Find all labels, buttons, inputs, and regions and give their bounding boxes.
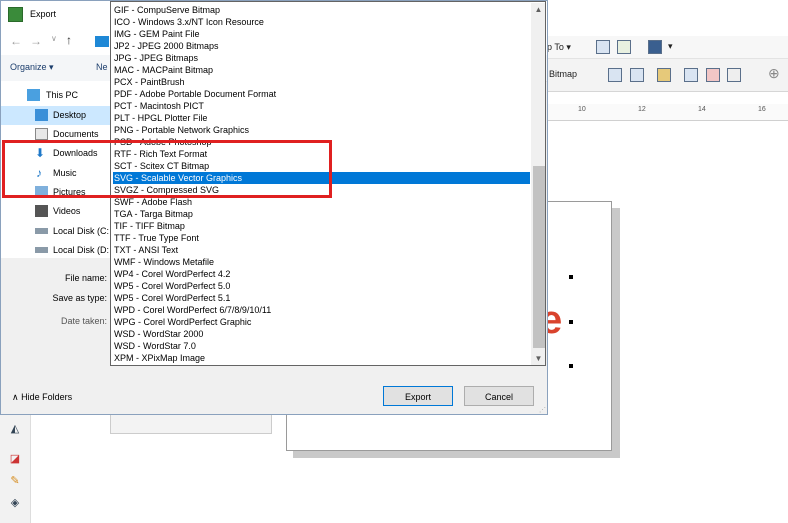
mask-icon[interactable] [706,68,720,82]
scrollbar-thumb[interactable] [533,166,545,348]
file-type-option[interactable]: WMF - Windows Metafile [113,256,530,268]
drive-icon [35,247,48,253]
bitmap-button[interactable]: Bitmap [549,69,577,79]
selection-handle[interactable] [569,275,573,279]
file-type-option[interactable]: TXT - ANSI Text [113,244,530,256]
export-to-button[interactable]: p To ▾ [547,42,571,53]
interactive-fill-icon[interactable]: ◈ [8,496,22,510]
file-type-option[interactable]: WSD - WordStar 7.0 [113,340,530,352]
file-type-option[interactable]: ICO - Windows 3.x/NT Icon Resource [113,16,530,28]
hide-folders-label: Hide Folders [21,392,73,402]
desktop-folder-icon [35,109,48,121]
ruler-number: 10 [578,106,586,113]
selection-handle[interactable] [569,364,573,368]
save-as-type-label: Save as type: [52,293,107,303]
resize-grip-icon[interactable]: ⋰ [539,406,546,414]
resample-icon[interactable] [684,68,698,82]
fill-tool-icon[interactable]: ◭ [8,422,22,436]
docker-panel [110,412,272,434]
selection-handle[interactable] [569,320,573,324]
ruler-number: 14 [698,106,706,113]
file-type-option[interactable]: XPM - XPixMap Image [113,352,530,364]
app-property-bar: Bitmap ⊕ [538,59,788,92]
file-type-option[interactable]: WP5 - Corel WordPerfect 5.0 [113,280,530,292]
scroll-down-arrow-icon[interactable]: ▼ [534,354,543,363]
scroll-up-arrow-icon[interactable]: ▲ [534,5,543,14]
file-type-option[interactable]: TIF - TIFF Bitmap [113,220,530,232]
frame-icon[interactable] [630,68,644,82]
app-toolbar-top: p To ▾ ▾ [538,36,788,59]
nav-item-label: Desktop [53,110,87,120]
drive-icon [35,228,48,234]
horizontal-ruler: 10 12 14 16 [538,104,788,121]
eyedropper-icon[interactable]: ✎ [8,474,22,488]
forward-arrow-icon[interactable]: → [30,34,42,48]
ruler-number: 16 [758,106,766,113]
file-type-option[interactable]: GIF - CompuServe Bitmap [113,4,530,16]
layer-icon[interactable] [727,68,741,82]
nav-item-label: This PC [46,90,79,100]
file-type-option[interactable]: PLT - HPGL Plotter File [113,112,530,124]
options-icon[interactable] [617,40,631,54]
file-name-label: File name: [64,273,107,283]
nav-item-label: Documents [53,129,99,139]
file-type-option[interactable]: JP2 - JPEG 2000 Bitmaps [113,40,530,52]
nav-item-label: Local Disk (C: [53,226,110,236]
hide-folders-button[interactable]: ∧ Hide Folders [12,392,72,403]
launcher-icon[interactable] [648,40,662,54]
nav-item-this-pc[interactable]: This PC [1,86,111,105]
export-dialog: Export ← → ∨ ↑ Organize ▾ Ne This PC Des… [0,0,548,415]
videos-icon [35,205,48,217]
crop-icon[interactable] [657,68,671,82]
date-taken-label: Date taken: [60,316,107,326]
nav-item-local-disk-c[interactable]: Local Disk (C: [1,222,111,241]
nav-item-label: Videos [53,206,81,216]
file-type-option[interactable]: PNG - Portable Network Graphics [113,124,530,136]
monitor-icon [27,89,40,101]
file-type-option[interactable]: WPG - Corel WordPerfect Graphic [113,316,530,328]
window-title: Export [30,9,57,19]
file-type-option[interactable]: PCT - Macintosh PICT [113,100,530,112]
cancel-button[interactable]: Cancel [464,386,534,406]
address-bar-folder-icon[interactable] [95,36,109,47]
launcher-chevron-icon[interactable]: ▾ [668,41,673,52]
annotation-highlight-box [2,140,332,198]
file-type-option[interactable]: WP5 - Corel WordPerfect 5.1 [113,292,530,304]
back-arrow-icon[interactable]: ← [10,34,22,48]
chevron-up-icon: ∧ [12,392,22,402]
ruler-number: 12 [638,106,646,113]
recent-locations-icon[interactable]: ∨ [51,34,57,43]
file-type-option[interactable]: MAC - MACPaint Bitmap [113,64,530,76]
nav-item-desktop[interactable]: Desktop [1,106,111,125]
new-folder-button[interactable]: Ne [96,62,108,72]
file-type-option[interactable]: PDF - Adobe Portable Document Format [113,88,530,100]
nav-item-label: Local Disk (D: [53,245,110,255]
nav-item-videos[interactable]: Videos [1,202,111,221]
trace-icon[interactable] [608,68,622,82]
file-type-option[interactable]: WSD - WordStar 2000 [113,328,530,340]
organize-button[interactable]: Organize ▾ [10,62,54,73]
file-type-option[interactable]: TTF - True Type Font [113,232,530,244]
export-button[interactable]: Export [383,386,453,406]
file-type-option[interactable]: WPD - Corel WordPerfect 6/7/8/9/10/11 [113,304,530,316]
file-type-option[interactable]: TGA - Targa Bitmap [113,208,530,220]
file-type-option[interactable]: WP4 - Corel WordPerfect 4.2 [113,268,530,280]
app-icon [8,7,23,22]
add-icon[interactable]: ⊕ [768,65,780,82]
smart-fill-icon[interactable]: ◪ [8,452,22,466]
toolbox: ◭ ◪ ✎ ◈ [0,410,31,523]
file-type-option[interactable]: IMG - GEM Paint File [113,28,530,40]
up-arrow-icon[interactable]: ↑ [66,33,72,47]
file-type-option[interactable]: JPG - JPEG Bitmaps [113,52,530,64]
documents-icon [35,128,48,140]
file-type-option[interactable]: PCX - PaintBrush [113,76,530,88]
image-icon[interactable] [596,40,610,54]
